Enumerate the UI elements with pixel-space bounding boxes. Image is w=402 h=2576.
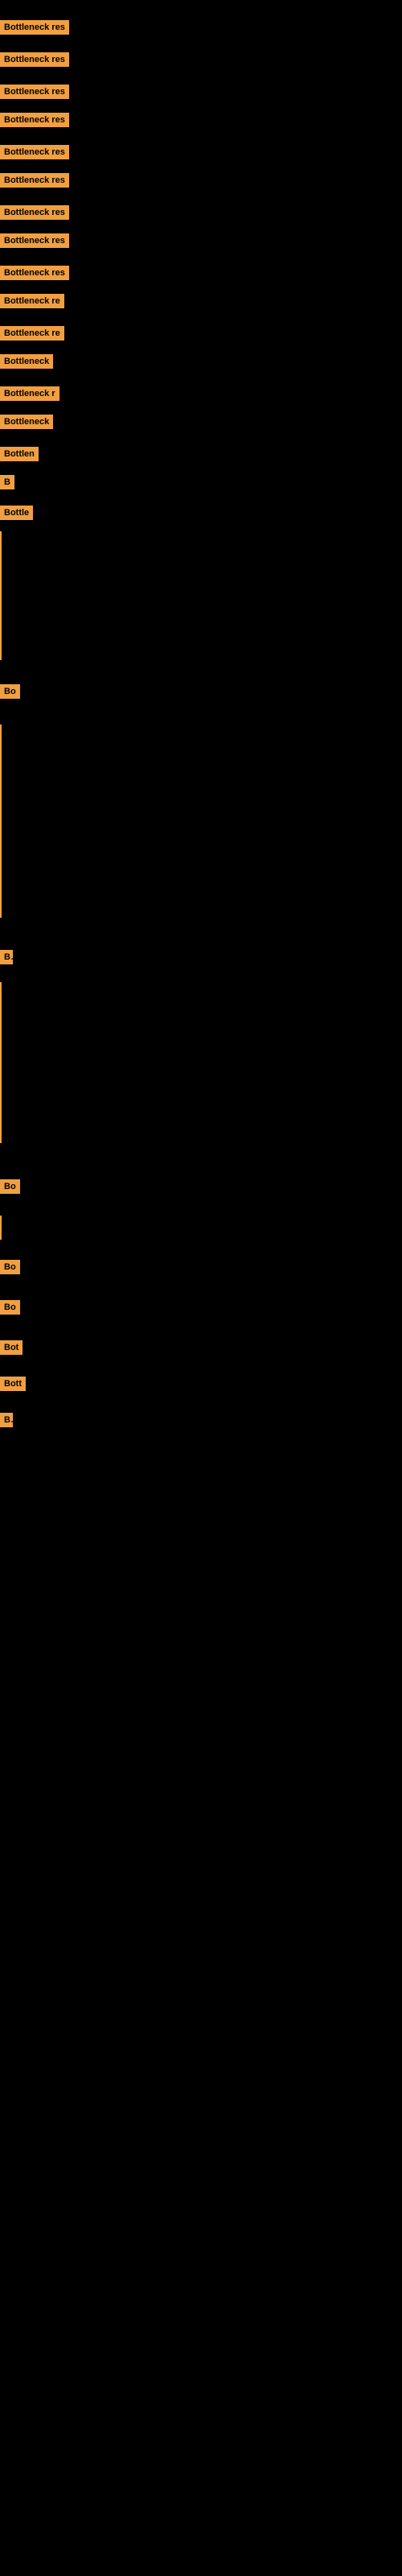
bottleneck-label-5[interactable]: Bottleneck res <box>0 173 69 188</box>
bottleneck-label-17[interactable]: Bo <box>0 684 20 699</box>
bottleneck-label-2[interactable]: Bottleneck res <box>0 85 69 99</box>
bottleneck-label-24[interactable]: B <box>0 1413 13 1427</box>
bottleneck-label-4[interactable]: Bottleneck res <box>0 145 69 159</box>
bottleneck-label-20[interactable]: Bo <box>0 1260 20 1274</box>
vertical-line-2 <box>0 982 2 1143</box>
bottleneck-label-6[interactable]: Bottleneck res <box>0 205 69 220</box>
bottleneck-label-16[interactable]: Bottle <box>0 506 33 520</box>
bottleneck-label-13[interactable]: Bottleneck <box>0 415 53 429</box>
bottleneck-label-10[interactable]: Bottleneck re <box>0 326 64 341</box>
bottleneck-label-3[interactable]: Bottleneck res <box>0 113 69 127</box>
bottleneck-label-14[interactable]: Bottlen <box>0 447 39 461</box>
vertical-line-0 <box>0 531 2 660</box>
vertical-line-1 <box>0 724 2 918</box>
bottleneck-label-18[interactable]: B <box>0 950 13 964</box>
bottleneck-label-8[interactable]: Bottleneck res <box>0 266 69 280</box>
bottleneck-label-11[interactable]: Bottleneck <box>0 354 53 369</box>
vertical-line-3 <box>0 1216 2 1240</box>
bottleneck-label-7[interactable]: Bottleneck res <box>0 233 69 248</box>
bottleneck-label-9[interactable]: Bottleneck re <box>0 294 64 308</box>
bottleneck-label-19[interactable]: Bo <box>0 1179 20 1194</box>
bottleneck-label-1[interactable]: Bottleneck res <box>0 52 69 67</box>
bottleneck-label-22[interactable]: Bot <box>0 1340 23 1355</box>
bottleneck-label-12[interactable]: Bottleneck r <box>0 386 59 401</box>
site-title <box>0 2 402 14</box>
bottleneck-label-15[interactable]: B <box>0 475 14 489</box>
bottleneck-label-0[interactable]: Bottleneck res <box>0 20 69 35</box>
bottleneck-label-23[interactable]: Bott <box>0 1377 26 1391</box>
bottleneck-label-21[interactable]: Bo <box>0 1300 20 1315</box>
